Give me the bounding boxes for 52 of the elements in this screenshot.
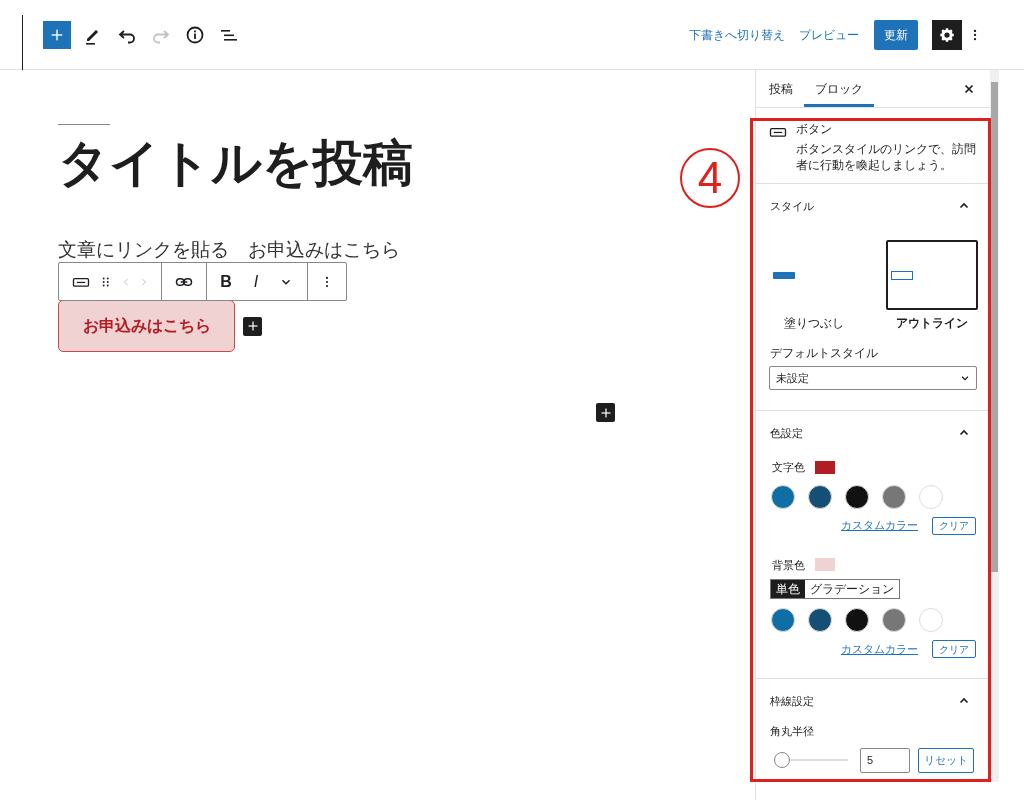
chevron-down-icon (960, 373, 970, 383)
custom-color-link[interactable]: カスタムカラー (841, 640, 918, 658)
step-number: 4 (680, 148, 740, 208)
mode-tab[interactable]: 単色 (771, 580, 805, 598)
color-option[interactable] (882, 608, 906, 632)
call-to-action-button[interactable]: お申込みはこちら (58, 300, 235, 352)
style-label: アウトライン (896, 315, 968, 332)
block-description: ボタンスタイルのリンクで、訪問者に行動を喚起しましょう。 (796, 141, 977, 173)
reset-button[interactable]: リセット (918, 747, 974, 773)
color-option[interactable] (845, 608, 869, 632)
style-preview[interactable] (886, 240, 978, 310)
radius-input[interactable]: 5 (860, 747, 910, 773)
section-heading: 色設定 (770, 425, 803, 441)
clear-button[interactable]: クリア (932, 516, 976, 535)
button-thumbnail (891, 270, 913, 280)
color-option[interactable] (845, 484, 869, 509)
field-label: 角丸半径 (769, 724, 815, 739)
update-button[interactable]: 更新 (874, 19, 918, 50)
color-option[interactable] (919, 484, 943, 509)
block-name: ボタン (796, 121, 833, 138)
color-label: 文字色 (772, 460, 805, 475)
scrollbar[interactable] (990, 70, 999, 782)
add-block-button[interactable] (596, 403, 615, 422)
color-option[interactable] (771, 484, 795, 509)
color-option[interactable] (919, 608, 943, 632)
sidebar-tab[interactable]: 投稿 (758, 70, 804, 107)
settings-icon (938, 25, 956, 44)
plus-icon (246, 320, 259, 332)
plus-icon (599, 406, 612, 419)
bold-button[interactable]: B (219, 269, 233, 294)
color-option[interactable] (771, 608, 795, 632)
section-heading: スタイル (770, 198, 814, 214)
slider-thumb[interactable] (774, 752, 790, 768)
post-title: タイトルを投稿 (58, 134, 413, 193)
custom-color-link[interactable]: カスタムカラー (841, 517, 918, 534)
color-option[interactable] (808, 484, 832, 509)
color-option[interactable] (808, 608, 832, 632)
field-label: デフォルトスタイル (770, 346, 878, 360)
button-thumbnail (773, 271, 795, 279)
style-select[interactable]: 未設定 (769, 366, 977, 390)
settings-button[interactable] (932, 19, 962, 50)
paragraph-text: 文章にリンクを貼る お申込みはこちら (58, 238, 401, 262)
add-block-button[interactable] (243, 316, 262, 336)
style-label: 塗りつぶし (784, 315, 844, 332)
section-heading: 枠線設定 (770, 693, 814, 709)
italic-button[interactable]: I (249, 269, 263, 294)
sidebar-tab[interactable]: ブロック (804, 70, 874, 107)
preview-link[interactable]: プレビュー (799, 25, 859, 44)
switch-to-draft-link[interactable]: 下書きへ切り替え (689, 25, 785, 44)
color-option[interactable] (882, 484, 906, 509)
color-label: 背景色 (772, 557, 805, 573)
clear-button[interactable]: クリア (932, 640, 976, 658)
